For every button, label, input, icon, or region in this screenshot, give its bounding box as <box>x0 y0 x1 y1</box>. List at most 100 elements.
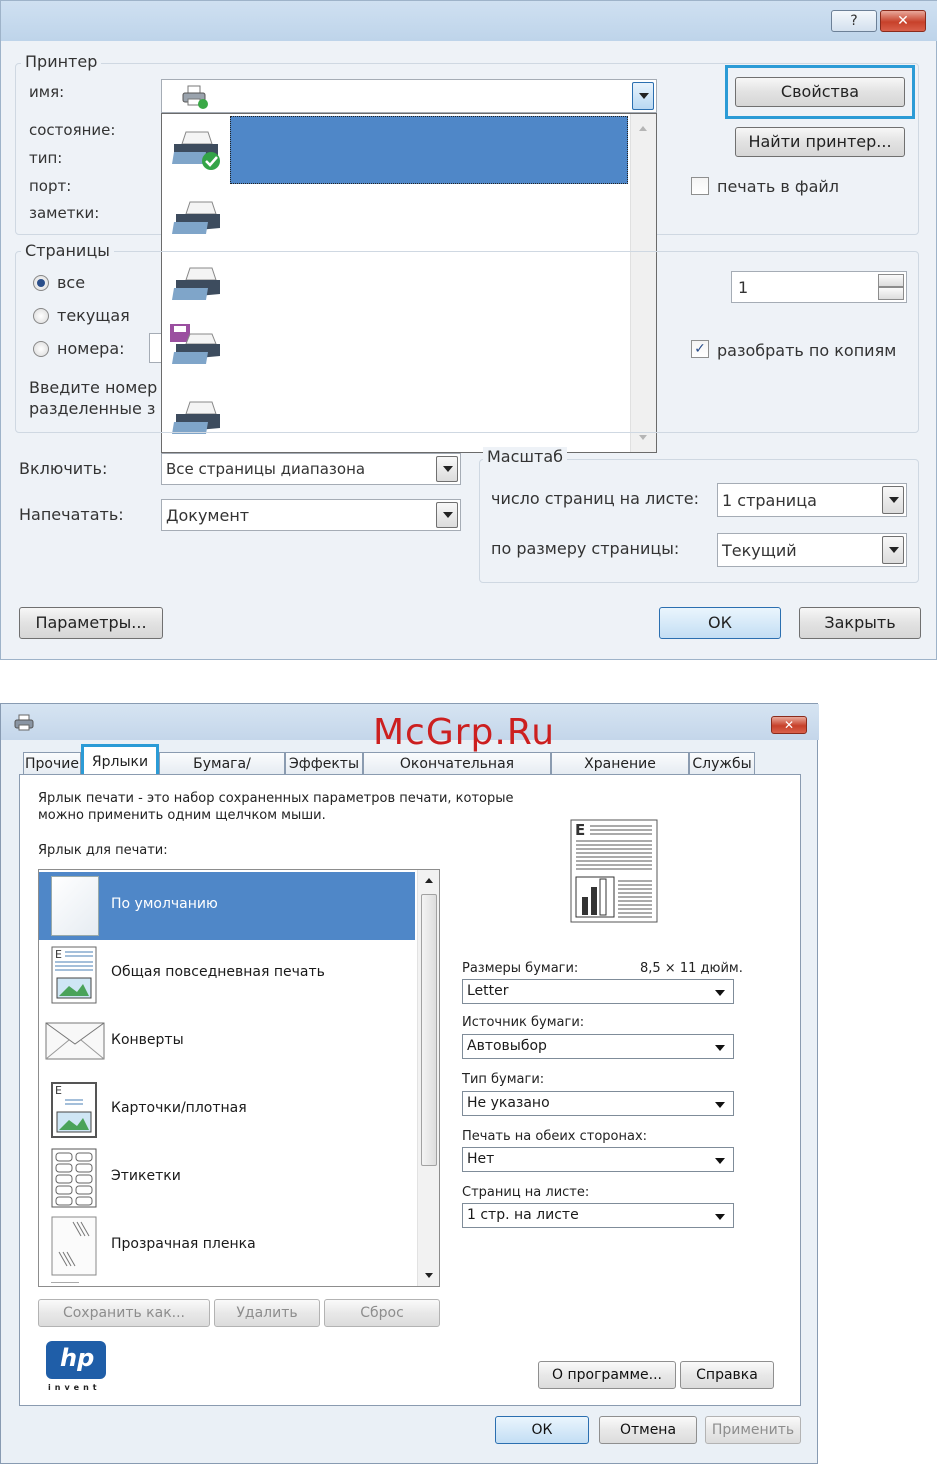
blank-page-icon <box>51 876 99 936</box>
pages-per-sheet-select[interactable]: 1 страница <box>717 483 907 517</box>
paper-source-label: Источник бумаги: <box>462 1015 585 1030</box>
shortcut-label: Этикетки <box>111 1168 181 1184</box>
printer-name-combo[interactable] <box>161 79 657 113</box>
paper-type-label: Тип бумаги: <box>462 1072 545 1087</box>
hp-logo: hp <box>46 1341 106 1379</box>
radio-pages[interactable] <box>33 341 49 357</box>
shortcuts-list[interactable]: По умолчанию E Общая повседневная печать… <box>38 869 440 1287</box>
spin-down-icon[interactable] <box>878 287 904 300</box>
close-button[interactable]: Закрыть <box>799 607 921 639</box>
envelope-icon <box>45 1022 105 1060</box>
document-page-icon: E <box>51 946 97 1004</box>
list-scrollbar[interactable] <box>417 870 439 1286</box>
fit-to-page-value: Текущий <box>722 541 797 560</box>
list-item-partial <box>51 1282 79 1286</box>
chevron-down-icon[interactable] <box>436 456 458 482</box>
shortcut-label: Карточки/плотная <box>111 1100 247 1116</box>
pages-hint-line1: Введите номер <box>29 378 158 397</box>
scroll-down-icon[interactable] <box>639 435 647 440</box>
ok-button[interactable]: ОК <box>495 1416 589 1444</box>
radio-all-label: все <box>57 273 86 292</box>
printer-app-icon <box>14 714 34 731</box>
description-line2: можно применить одним щелчком мыши. <box>38 808 326 823</box>
scroll-thumb[interactable] <box>421 894 437 1166</box>
delete-button[interactable]: Удалить <box>214 1299 320 1327</box>
paper-source-select[interactable]: Автовыбор <box>462 1034 734 1059</box>
reset-button[interactable]: Сброс <box>324 1299 440 1327</box>
chevron-down-icon[interactable] <box>882 536 904 564</box>
tab-effects[interactable]: Эффекты <box>285 752 363 776</box>
shortcuts-label: Ярлык для печати: <box>38 843 168 858</box>
fit-to-page-select[interactable]: Текущий <box>717 533 907 567</box>
collate-checkbox[interactable]: ✓ <box>691 340 709 358</box>
pages-per-sheet-value: 1 страница <box>722 491 817 510</box>
pages-per-sheet-label: число страниц на листе: <box>491 489 699 508</box>
printer-icon <box>172 201 220 234</box>
close-window-button[interactable]: ✕ <box>771 716 807 734</box>
shortcut-label: Прозрачная пленка <box>111 1236 256 1252</box>
printer-notes-label: заметки: <box>29 204 100 222</box>
about-button[interactable]: О программе... <box>538 1361 676 1389</box>
scale-group-title: Масштаб <box>483 447 568 466</box>
paper-type-select[interactable]: Не указано <box>462 1091 734 1116</box>
list-item[interactable]: E Общая повседневная печать <box>39 940 415 1008</box>
help-button[interactable]: Справка <box>680 1361 774 1389</box>
paper-size-dims: 8,5 × 11 дюйм. <box>640 961 743 976</box>
apply-button[interactable]: Применить <box>705 1416 801 1444</box>
duplex-select[interactable]: Нет <box>462 1147 734 1172</box>
printer-name-label: имя: <box>29 83 65 101</box>
chevron-down-icon[interactable] <box>882 486 904 514</box>
tab-paper-quality[interactable]: Бумага/качество <box>159 752 285 794</box>
list-item[interactable]: Конверты <box>39 1008 415 1076</box>
radio-all[interactable] <box>33 275 49 291</box>
printer-dropdown-selected[interactable] <box>230 116 628 184</box>
printer-port-label: порт: <box>29 177 72 195</box>
print-what-value: Документ <box>166 506 250 525</box>
spin-up-icon[interactable] <box>878 274 904 287</box>
print-dialog-titlebar <box>1 1 937 41</box>
include-select[interactable]: Все страницы диапазона <box>161 453 461 485</box>
tab-other[interactable]: Прочие <box>23 752 81 776</box>
include-label: Включить: <box>19 459 108 478</box>
properties-dialog-window: McGrp.Ru ✕ Прочие Ярлыки Бумага/качество… <box>0 703 819 1464</box>
copies-spinner[interactable]: 1 <box>731 271 907 303</box>
tab-finishing[interactable]: Окончательная обработка <box>363 752 551 794</box>
print-to-file-checkbox[interactable] <box>691 177 709 195</box>
tab-services[interactable]: Службы <box>689 752 755 776</box>
labels-icon <box>51 1148 97 1208</box>
svg-text:E: E <box>575 821 585 839</box>
radio-current-label: текущая <box>57 306 130 325</box>
paper-size-select[interactable]: Letter <box>462 979 734 1004</box>
pages-per-sheet-label: Страниц на листе: <box>462 1185 590 1200</box>
help-button[interactable]: ? <box>831 10 877 32</box>
svg-text:E: E <box>55 948 62 961</box>
list-item[interactable]: По умолчанию <box>39 872 415 940</box>
shortcuts-panel: Ярлык печати - это набор сохраненных пар… <box>19 774 801 1406</box>
find-printer-button[interactable]: Найти принтер... <box>735 127 905 157</box>
printer-default-icon <box>182 85 208 109</box>
list-item[interactable]: E Карточки/плотная <box>39 1076 415 1144</box>
pages-group-title: Страницы <box>21 241 114 260</box>
pages-range-input[interactable] <box>149 333 161 363</box>
scroll-up-icon[interactable] <box>425 878 433 883</box>
list-item[interactable]: Этикетки <box>39 1144 415 1212</box>
close-window-button[interactable]: ✕ <box>880 10 926 32</box>
list-item[interactable]: Прозрачная пленка <box>39 1212 415 1280</box>
print-to-file-label: печать в файл <box>717 177 840 196</box>
tab-highlight-frame <box>81 744 159 778</box>
collate-label: разобрать по копиям <box>717 341 897 360</box>
save-as-button[interactable]: Сохранить как... <box>38 1299 210 1327</box>
tab-job-storage[interactable]: Хранение заданий <box>551 752 689 794</box>
ok-button[interactable]: ОК <box>659 607 781 639</box>
cancel-button[interactable]: Отмена <box>599 1416 697 1444</box>
chevron-down-icon[interactable] <box>632 82 654 110</box>
options-button[interactable]: Параметры... <box>19 607 163 639</box>
properties-button[interactable]: Свойства <box>735 77 905 107</box>
radio-current[interactable] <box>33 308 49 324</box>
print-what-select[interactable]: Документ <box>161 499 461 531</box>
pages-per-sheet-select[interactable]: 1 стр. на листе <box>462 1203 734 1228</box>
scroll-up-icon[interactable] <box>639 126 647 131</box>
watermark-text: McGrp.Ru <box>373 712 556 753</box>
scroll-down-icon[interactable] <box>425 1273 433 1278</box>
chevron-down-icon[interactable] <box>436 502 458 528</box>
